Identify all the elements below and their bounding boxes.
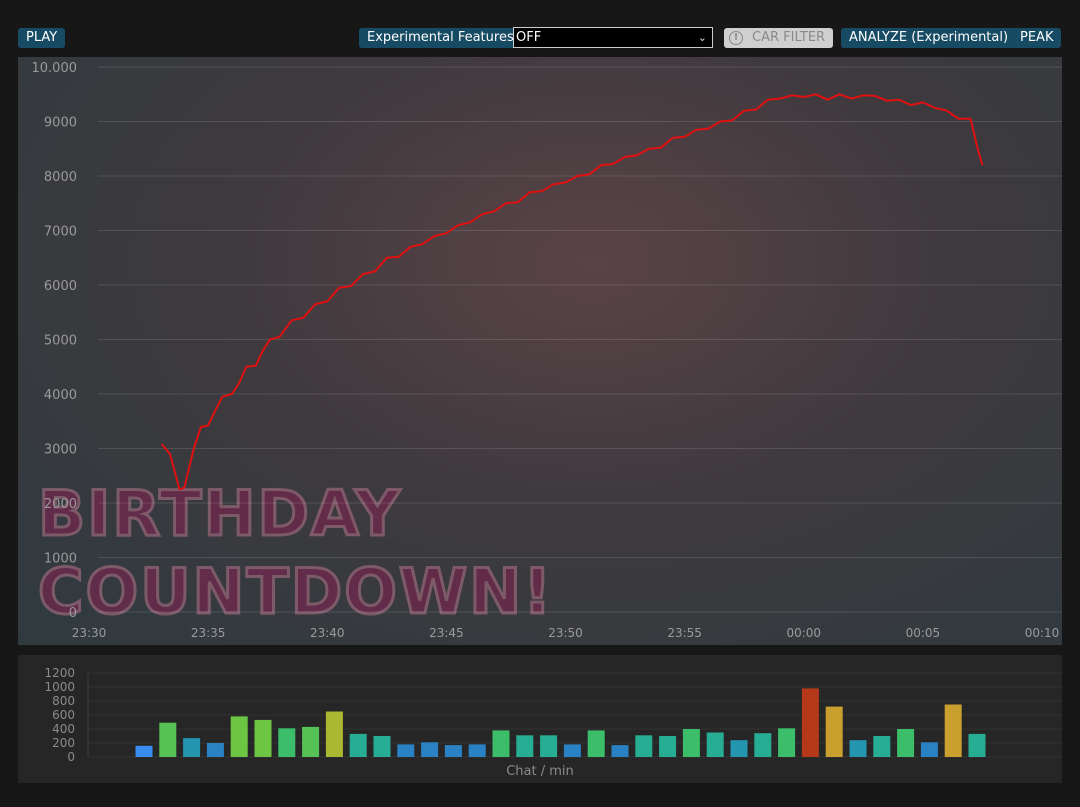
- y-tick-label: 1200: [44, 666, 75, 680]
- y-tick-label: 0: [69, 606, 77, 621]
- chat-rate-bar: [825, 706, 843, 757]
- y-tick-label: 5000: [44, 334, 77, 349]
- chat-rate-bar: [968, 733, 986, 757]
- y-tick-label: 1000: [44, 680, 75, 694]
- chat-rate-bar: [421, 742, 439, 757]
- play-button[interactable]: PLAY: [18, 28, 66, 48]
- x-axis-label: Chat / min: [506, 764, 574, 779]
- chat-rate-bar: [682, 729, 700, 757]
- chat-rate-bar: [135, 745, 153, 757]
- chat-rate-bar: [468, 744, 486, 757]
- y-tick-label: 7000: [44, 225, 77, 240]
- chat-rate-bar: [492, 730, 510, 757]
- chat-rate-bar: [254, 719, 272, 757]
- x-tick-label: 23:55: [667, 626, 702, 640]
- chat-rate-bar: [587, 730, 605, 757]
- chat-rate-bar: [183, 738, 201, 757]
- y-tick-label: 600: [52, 708, 75, 722]
- chat-rate-bar: [801, 688, 819, 757]
- y-tick-label: 200: [52, 736, 75, 750]
- viewer-chart[interactable]: BIRTHDAY COUNTDOWN! 0 1000 2000 3000 4000 500…: [18, 57, 1062, 645]
- chat-rate-bar: [730, 740, 748, 757]
- chat-rate-bar: [230, 716, 248, 757]
- y-tick-label: 1000: [44, 552, 77, 567]
- peak-button[interactable]: PEAK: [1012, 28, 1062, 48]
- chat-rate-bar: [920, 742, 938, 757]
- y-tick-label: 0: [67, 750, 75, 764]
- y-tick-label: 2000: [44, 497, 77, 512]
- y-tick-label: 3000: [44, 443, 77, 458]
- chat-rate-bar: [397, 744, 415, 757]
- car-filter-button[interactable]: ! CAR FILTER: [724, 28, 834, 48]
- chat-rate-bar: [278, 728, 296, 757]
- chat-rate-chart-svg: 020040060080010001200 Chat / min: [44, 666, 1062, 779]
- chat-rate-bar: [540, 735, 558, 757]
- chat-rate-bar: [516, 735, 534, 757]
- car-filter-label: CAR FILTER: [752, 30, 826, 45]
- chat-rate-bar: [444, 745, 462, 757]
- y-tick-label: 8000: [44, 170, 77, 185]
- chat-rate-chart: 0 200 400 600 800 1000 1200 Chat / min: [18, 655, 1062, 783]
- analyze-button[interactable]: ANALYZE (Experimental): [841, 28, 1017, 48]
- chat-rate-bar: [302, 726, 320, 757]
- x-tick-label: 23:35: [191, 626, 226, 640]
- experimental-features-label: Experimental Features: [359, 28, 520, 48]
- chat-rate-bar: [754, 733, 772, 757]
- chat-rate-bar: [563, 744, 581, 757]
- chevron-down-icon: ⌄: [697, 31, 707, 44]
- y-tick-label: 6000: [44, 279, 77, 294]
- chat-rate-bar: [206, 743, 224, 757]
- chat-rate-bar: [778, 728, 796, 757]
- x-tick-label: 23:50: [548, 626, 583, 640]
- chat-rate-bar: [373, 736, 391, 757]
- chat-rate-bar: [849, 740, 867, 757]
- warning-icon: !: [729, 31, 743, 45]
- experimental-features-value: OFF: [516, 30, 542, 45]
- chat-rate-bar: [611, 745, 629, 757]
- y-tick-label: 400: [52, 722, 75, 736]
- viewer-line: [160, 93, 984, 491]
- chat-rate-bar: [659, 736, 677, 757]
- x-tick-label: 00:05: [906, 626, 941, 640]
- chat-rate-bar: [706, 732, 724, 757]
- y-tick-label: 4000: [44, 388, 77, 403]
- y-tick-label: 9000: [44, 116, 77, 131]
- x-tick-label: 23:40: [310, 626, 345, 640]
- chat-rate-bar: [325, 711, 343, 757]
- x-tick-label: 00:00: [786, 626, 821, 640]
- y-tick-label: 800: [52, 694, 75, 708]
- chat-rate-bar: [873, 736, 891, 757]
- chat-rate-bar: [349, 733, 367, 757]
- y-tick-label: 10.000: [32, 61, 78, 76]
- x-tick-label: 23:45: [429, 626, 464, 640]
- chat-rate-bar: [944, 704, 962, 757]
- chat-rate-bar: [897, 729, 915, 757]
- experimental-features-select[interactable]: OFF ⌄: [513, 27, 713, 48]
- x-tick-label: 00:10: [1025, 626, 1060, 640]
- chat-rate-bar: [635, 735, 653, 757]
- chat-rate-bar: [159, 722, 177, 757]
- x-tick-label: 23:30: [72, 626, 107, 640]
- viewer-chart-svg: 0 1000 2000 3000 4000 5000 6000 7000 8000 9000 10.…: [32, 61, 1062, 640]
